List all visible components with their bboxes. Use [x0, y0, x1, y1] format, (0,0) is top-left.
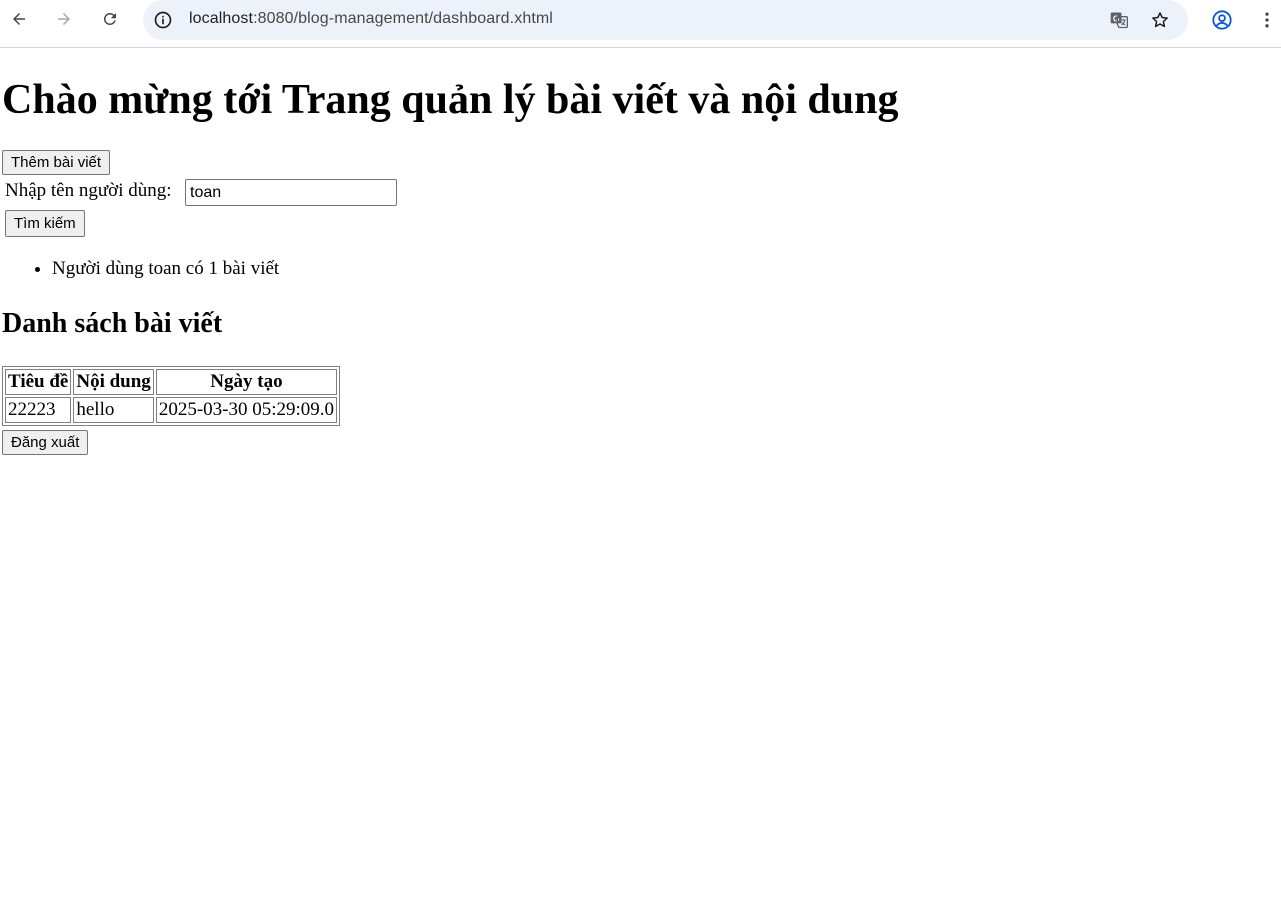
- add-post-button[interactable]: Thêm bài viết: [2, 150, 111, 175]
- url-text: localhost:8080/blog-management/dashboard…: [189, 10, 553, 28]
- list-item: Người dùng toan có 1 bài viết: [52, 258, 279, 280]
- cell-created: 2025-03-30 05:29:09.0: [155, 397, 338, 423]
- table-row: 22223 hello 2025-03-30 05:29:09.0: [5, 397, 338, 423]
- page-content: Chào mừng tới Trang quản lý bài viết và …: [0, 48, 1281, 923]
- page-title: Chào mừng tới Trang quản lý bài viết và …: [2, 77, 899, 123]
- translate-button[interactable]: G: [1107, 8, 1131, 32]
- address-bar[interactable]: localhost:8080/blog-management/dashboard…: [143, 0, 1188, 40]
- logout-button[interactable]: Đăng xuất: [2, 430, 89, 455]
- back-button[interactable]: [6, 6, 32, 32]
- column-header-created: Ngày tạo: [155, 369, 338, 395]
- account-icon: [1212, 10, 1232, 30]
- bookmark-button[interactable]: [1148, 8, 1172, 32]
- arrow-left-icon: [13, 13, 25, 25]
- column-header-title: Tiêu đề: [5, 369, 72, 395]
- username-input[interactable]: [185, 179, 397, 206]
- forward-button[interactable]: [51, 6, 77, 32]
- reload-icon: [103, 12, 116, 25]
- translate-icon: G: [1110, 12, 1128, 29]
- url-host: localhost: [189, 10, 254, 27]
- browser-toolbar: localhost:8080/blog-management/dashboard…: [0, 0, 1281, 48]
- svg-text:G: G: [1113, 13, 1119, 23]
- arrow-right-icon: [58, 13, 70, 25]
- kebab-menu-icon: [1265, 12, 1269, 28]
- url-path: :8080/blog-management/dashboard.xhtml: [253, 10, 553, 27]
- reload-button[interactable]: [97, 6, 123, 32]
- posts-table: Tiêu đề Nội dung Ngày tạo 22223 hello 20…: [2, 366, 341, 426]
- cell-content: hello: [73, 397, 154, 423]
- column-header-content: Nội dung: [73, 369, 154, 395]
- info-icon: [154, 11, 172, 29]
- post-list-title: Danh sách bài viết: [2, 308, 223, 339]
- table-header-row: Tiêu đề Nội dung Ngày tạo: [5, 369, 338, 395]
- username-label: Nhập tên người dùng:: [5, 180, 172, 201]
- search-results-list: Người dùng toan có 1 bài viết: [0, 258, 279, 280]
- cell-title: 22223: [5, 397, 72, 423]
- profile-button[interactable]: [1209, 7, 1235, 33]
- search-button[interactable]: Tìm kiếm: [5, 210, 85, 237]
- site-info-button[interactable]: [151, 8, 175, 32]
- star-icon: [1152, 12, 1168, 28]
- menu-button[interactable]: [1254, 7, 1280, 33]
